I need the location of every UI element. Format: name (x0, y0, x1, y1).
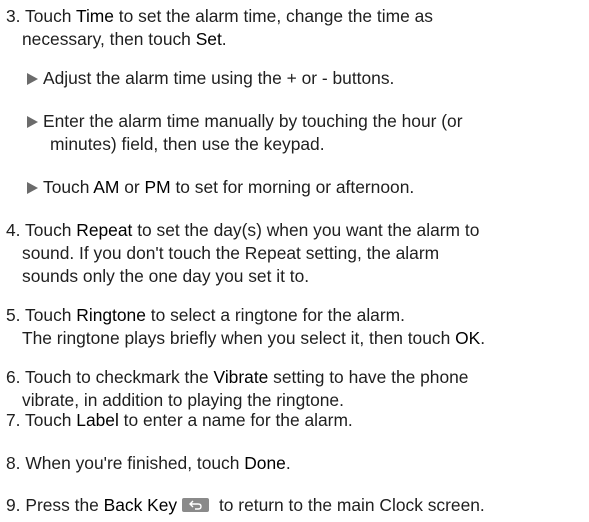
term-back-key: Back Key (103, 495, 178, 515)
triangle-bullet-icon (27, 182, 38, 194)
bullet-manual: Enter the alarm time manually by touchin… (27, 110, 587, 156)
term-label: Label (76, 410, 119, 430)
step-number: 9. (6, 495, 21, 515)
step-9: 9. Press the Back Key to return to the m… (6, 495, 485, 515)
step-number: 7. (6, 410, 21, 430)
step-number: 5. (6, 305, 21, 325)
step-3: 3. Touch Time to set the alarm time, cha… (6, 6, 433, 49)
step-8: 8. When you're finished, touch Done. (6, 453, 291, 473)
step-number: 8. (6, 453, 21, 473)
step-number: 6. (6, 367, 21, 387)
step-number: 3. (6, 6, 21, 26)
bullet-adjust: Adjust the alarm time using the + or - b… (27, 67, 587, 90)
step-6: 6. Touch to checkmark the Vibrate settin… (6, 367, 469, 410)
step-4: 4. Touch Repeat to set the day(s) when y… (6, 220, 480, 286)
term-done: Done (244, 453, 286, 473)
manual-page: 3. Touch Time to set the alarm time, cha… (0, 0, 589, 522)
term-ok: OK (455, 328, 481, 348)
term-set: Set (195, 29, 222, 49)
triangle-bullet-icon (27, 73, 38, 85)
term-vibrate: Vibrate (213, 367, 269, 387)
term-pm: PM (144, 177, 171, 197)
step-5: 5. Touch Ringtone to select a ringtone f… (6, 305, 486, 348)
term-ringtone: Ringtone (76, 305, 146, 325)
term-am: AM (93, 177, 120, 197)
bullet-am-pm: Touch AM or PM to set for morning or aft… (27, 176, 587, 199)
back-arrow-icon (182, 498, 210, 512)
triangle-bullet-icon (27, 116, 38, 128)
step-7: 7. Touch Label to enter a name for the a… (6, 410, 353, 430)
term-time: Time (75, 6, 114, 26)
term-repeat: Repeat (76, 220, 133, 240)
step-number: 4. (6, 220, 21, 240)
